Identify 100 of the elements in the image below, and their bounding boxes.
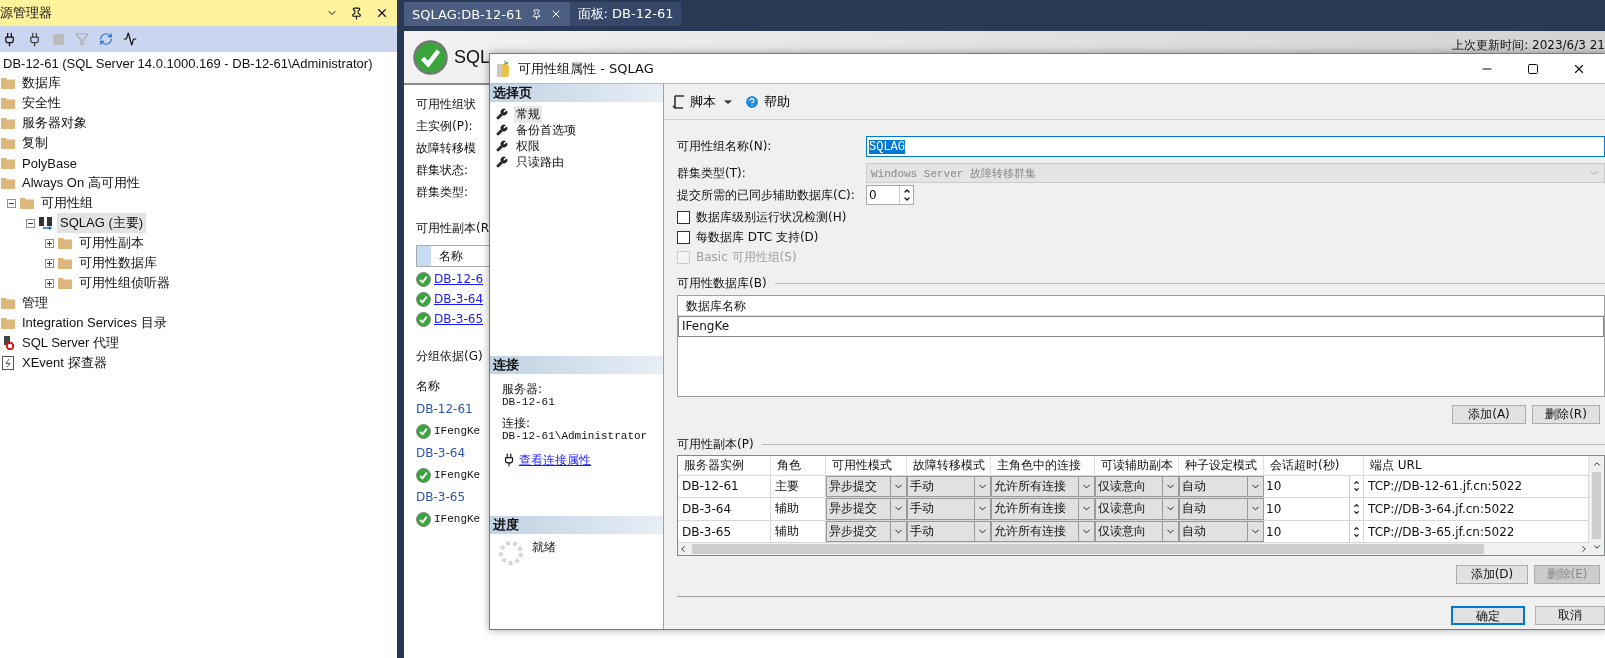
replica-link[interactable]: DB-3-65 bbox=[434, 312, 484, 326]
cancel-button[interactable]: 取消 bbox=[1535, 606, 1605, 625]
group-name: DB-3-64 bbox=[416, 445, 466, 462]
field-label: 连接: bbox=[502, 416, 532, 430]
table-row[interactable]: IFengKe bbox=[678, 316, 1604, 337]
checkbox[interactable] bbox=[677, 210, 690, 224]
grid-number-field[interactable]: 10 bbox=[1264, 475, 1364, 497]
section-header: 进度 bbox=[490, 516, 663, 534]
tree-item[interactable]: 服务器对象 bbox=[19, 113, 90, 133]
expander-icon[interactable] bbox=[44, 278, 54, 288]
grid-dropdown[interactable]: 自动 bbox=[1179, 475, 1264, 497]
tree-item[interactable]: 安全性 bbox=[19, 93, 64, 113]
vertical-scrollbar[interactable] bbox=[1589, 456, 1604, 555]
replica-link[interactable]: DB-12-6 bbox=[434, 272, 484, 286]
chevron-right-icon[interactable] bbox=[1579, 544, 1589, 555]
page-item[interactable]: 常规 bbox=[514, 105, 542, 123]
plug-icon[interactable] bbox=[27, 31, 42, 47]
remove-button[interactable]: 删除(R) bbox=[1532, 405, 1600, 424]
grid-dropdown[interactable]: 仅读意向 bbox=[1095, 497, 1179, 521]
checkbox-label[interactable]: 数据库级别运行状况检测(H) bbox=[677, 207, 1605, 227]
page-item[interactable]: 只读路由 bbox=[514, 153, 566, 171]
pin-icon[interactable] bbox=[350, 6, 363, 20]
expander-icon[interactable] bbox=[6, 198, 16, 208]
spinner-icon bbox=[498, 540, 524, 566]
folder-icon bbox=[1, 317, 15, 329]
activity-icon[interactable] bbox=[123, 32, 137, 46]
tree-item[interactable]: Always On 高可用性 bbox=[19, 173, 143, 193]
tree-item[interactable]: 可用性组侦听器 bbox=[76, 273, 173, 293]
status-text: 就绪 bbox=[532, 540, 556, 554]
chevron-up-icon bbox=[1353, 479, 1360, 487]
tree-item[interactable]: 管理 bbox=[19, 293, 51, 313]
page-item[interactable]: 备份首选项 bbox=[514, 121, 578, 139]
grid-dropdown[interactable]: 异步提交 bbox=[826, 521, 907, 543]
expander-icon[interactable] bbox=[25, 218, 35, 228]
chevron-up-icon bbox=[902, 187, 911, 195]
help-button[interactable]: 帮助 bbox=[744, 92, 790, 111]
grid-dropdown[interactable]: 手动 bbox=[907, 475, 991, 497]
grid-dropdown[interactable]: 允许所有连接 bbox=[991, 521, 1095, 543]
refresh-icon[interactable] bbox=[99, 32, 113, 46]
document-tab[interactable]: 面板: DB-12-61 bbox=[569, 2, 682, 26]
checkbox-label[interactable]: 每数据库 DTC 支持(D) bbox=[677, 227, 1605, 247]
connection-link[interactable]: 查看连接属性 bbox=[519, 451, 591, 469]
chevron-left-icon[interactable] bbox=[678, 544, 688, 555]
replica-link[interactable]: DB-3-64 bbox=[434, 292, 484, 306]
column-header: 可读辅助副本 bbox=[1095, 456, 1179, 475]
checkbox[interactable] bbox=[677, 230, 690, 244]
tree-item[interactable]: 可用性副本 bbox=[76, 233, 147, 253]
grid-number-field[interactable]: 10 bbox=[1264, 497, 1364, 521]
tree-item[interactable]: SQLAG (主要) bbox=[57, 213, 147, 233]
wrench-icon bbox=[496, 140, 508, 152]
tree-item[interactable]: DB-12-61 (SQL Server 14.0.1000.169 - DB-12-61\Administrator) bbox=[0, 54, 376, 72]
grid-dropdown[interactable]: 仅读意向 bbox=[1095, 475, 1179, 497]
grid-dropdown[interactable]: 异步提交 bbox=[826, 475, 907, 497]
close-icon[interactable] bbox=[375, 6, 389, 20]
grid-dropdown[interactable]: 自动 bbox=[1179, 521, 1264, 543]
group-name: DB-3-65 bbox=[416, 489, 466, 506]
column-title: 名称 bbox=[439, 247, 463, 265]
field-label: 服务器: bbox=[502, 382, 544, 396]
script-button[interactable]: 脚本 bbox=[672, 92, 716, 111]
tree-item[interactable]: 复制 bbox=[19, 133, 51, 153]
maximize-icon[interactable] bbox=[1527, 62, 1539, 75]
expander-icon[interactable] bbox=[44, 258, 54, 268]
tree-item[interactable]: PolyBase bbox=[19, 154, 80, 172]
name-field[interactable]: SQLAG bbox=[866, 136, 1605, 157]
grid-dropdown[interactable]: 仅读意向 bbox=[1095, 521, 1179, 543]
help-icon bbox=[744, 93, 760, 110]
expander-icon[interactable] bbox=[44, 238, 54, 248]
tree-item[interactable]: XEvent 探查器 bbox=[19, 353, 110, 373]
column-title: 名称 bbox=[416, 378, 440, 395]
tree-item[interactable]: 数据库 bbox=[19, 73, 64, 93]
grid-number-field[interactable]: 10 bbox=[1264, 521, 1364, 543]
grid-dropdown[interactable]: 允许所有连接 bbox=[991, 497, 1095, 521]
column-header: 主角色中的连接 bbox=[991, 456, 1095, 475]
grid-dropdown[interactable]: 允许所有连接 bbox=[991, 475, 1095, 497]
ok-button[interactable]: 确定 bbox=[1451, 606, 1525, 625]
horizontal-scrollbar[interactable] bbox=[678, 543, 1589, 555]
table-cell: DB-12-61 bbox=[678, 475, 771, 497]
column-header: 数据库名称 bbox=[678, 296, 1604, 316]
page-item[interactable]: 权限 bbox=[514, 137, 542, 155]
plug-icon[interactable] bbox=[2, 31, 17, 47]
add-button[interactable]: 添加(A) bbox=[1452, 405, 1526, 424]
folder-icon bbox=[1, 137, 15, 149]
add-button[interactable]: 添加(D) bbox=[1456, 565, 1528, 584]
table-cell: DB-3-64 bbox=[678, 497, 771, 521]
tree-item[interactable]: Integration Services 目录 bbox=[19, 313, 170, 333]
folder-icon bbox=[1, 157, 15, 169]
success-icon bbox=[416, 511, 431, 527]
database-name: IFengKe bbox=[434, 513, 481, 525]
tree-item[interactable]: 可用性组 bbox=[38, 193, 96, 213]
chevron-down-icon bbox=[902, 195, 911, 203]
grid-dropdown[interactable]: 自动 bbox=[1179, 497, 1264, 521]
number-field[interactable]: 0 bbox=[866, 185, 914, 205]
grid-dropdown[interactable]: 手动 bbox=[907, 497, 991, 521]
grid-dropdown[interactable]: 手动 bbox=[907, 521, 991, 543]
tree-item[interactable]: 可用性数据库 bbox=[76, 253, 160, 273]
row-header-cell bbox=[417, 246, 431, 266]
tree-item[interactable]: SQL Server 代理 bbox=[19, 333, 123, 353]
document-tab[interactable]: SQLAG:DB-12-61 bbox=[404, 2, 570, 26]
grid-dropdown[interactable]: 异步提交 bbox=[826, 497, 907, 521]
section-title: 可用性副本(P) bbox=[677, 435, 754, 453]
